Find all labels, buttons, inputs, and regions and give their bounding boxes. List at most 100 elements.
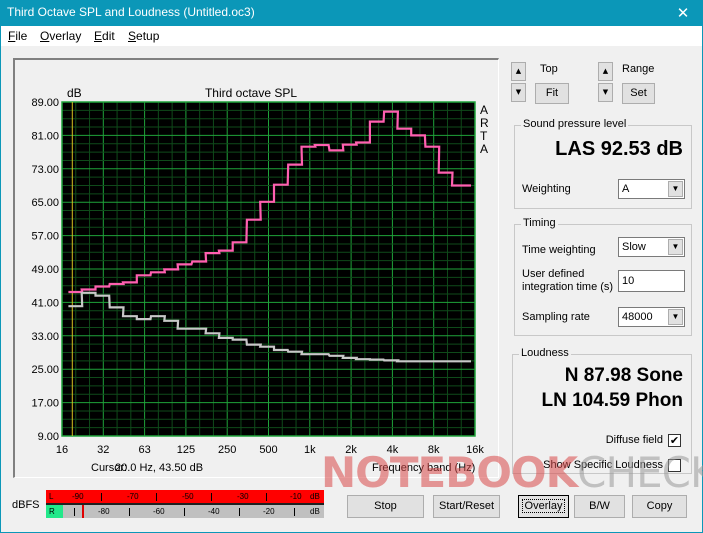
menu-bar: File Overlay Edit Setup xyxy=(1,26,702,46)
left-channel-bar: L -90 -70 -50 -30 -10 dB xyxy=(46,490,324,503)
meter-tick-label: -40 xyxy=(208,507,220,516)
meter-tick-label: -60 xyxy=(153,507,165,516)
arta-label: ARTA xyxy=(480,103,489,156)
meter-tick xyxy=(211,493,212,501)
x-tick-label: 1k xyxy=(304,444,316,456)
meter-tick-label: -50 xyxy=(182,492,194,501)
x-tick-label: 125 xyxy=(177,444,195,456)
weighting-label: Weighting xyxy=(522,183,571,195)
meter-tick-label: dB xyxy=(310,492,320,501)
overlay-button[interactable]: Overlay xyxy=(518,495,569,518)
x-tick-label: 32 xyxy=(97,444,109,456)
right-channel-peak xyxy=(82,505,85,518)
meter-tick-label: dB xyxy=(310,507,320,516)
x-tick-label: 500 xyxy=(259,444,277,456)
menu-overlay-rest: verlay xyxy=(49,29,82,43)
spl-group: Sound pressure level LAS 92.53 dB Weight… xyxy=(514,118,692,209)
title-bar: Third Octave SPL and Loudness (Untitled.… xyxy=(1,0,702,26)
chevron-down-icon: ▼ xyxy=(668,309,683,325)
copy-button[interactable]: Copy xyxy=(632,495,687,518)
time-weighting-select[interactable]: Slow ▼ xyxy=(618,237,685,257)
range-down-button[interactable]: ▼ xyxy=(598,83,613,102)
chart-grid xyxy=(61,101,476,437)
meter-tick-label: -90 xyxy=(72,492,84,501)
sampling-rate-select[interactable]: 48000 ▼ xyxy=(618,307,685,327)
close-icon[interactable]: ✕ xyxy=(668,0,698,26)
x-tick-label: 4k xyxy=(387,444,399,456)
y-tick-label: 17.00 xyxy=(31,398,59,410)
start-reset-button[interactable]: Start/Reset xyxy=(433,495,500,518)
x-tick-label: 2k xyxy=(345,444,357,456)
right-channel-bar: R -80 -60 -40 -20 dB xyxy=(46,505,324,518)
meter-tick-label: -30 xyxy=(237,492,249,501)
range-up-button[interactable]: ▲ xyxy=(598,62,613,81)
x-axis-label: Frequency band (Hz) xyxy=(372,462,475,474)
phon-value: LN 104.59 Phon xyxy=(541,390,684,411)
menu-overlay-accel: O xyxy=(40,29,50,43)
chart-panel: 89.00 81.00 73.00 65.00 57.00 49.00 41.00 33.00… xyxy=(13,58,499,478)
bw-button[interactable]: B/W xyxy=(574,495,625,518)
meter-tick xyxy=(101,493,102,501)
menu-overlay[interactable]: Overlay xyxy=(40,29,81,43)
left-channel-label: L xyxy=(49,492,54,501)
show-specific-loudness-label: Show Specific Loudness xyxy=(543,459,663,471)
top-up-button[interactable]: ▲ xyxy=(511,62,526,81)
sampling-rate-value: 48000 xyxy=(622,311,653,323)
window-title: Third Octave SPL and Loudness (Untitled.… xyxy=(7,5,255,19)
menu-setup[interactable]: Setup xyxy=(128,29,159,43)
x-tick-labels: 16 32 63 125 250 500 1k 2k 4k 8k 16k xyxy=(56,444,484,456)
integration-label-line1: User defined xyxy=(522,268,585,280)
fit-button[interactable]: Fit xyxy=(535,83,569,104)
arta-letter: T xyxy=(480,129,488,143)
right-channel-label: R xyxy=(49,507,55,516)
arta-letter: A xyxy=(480,142,488,156)
spl-chart[interactable]: 89.00 81.00 73.00 65.00 57.00 49.00 41.00 33.00… xyxy=(15,60,499,478)
meter-tick xyxy=(266,493,267,501)
arta-letter: A xyxy=(480,103,488,117)
range-label: Range xyxy=(622,63,655,75)
meter-tick xyxy=(294,508,295,516)
show-specific-loudness-checkbox[interactable] xyxy=(668,459,681,472)
menu-file[interactable]: File xyxy=(8,29,27,43)
y-axis-label: dB xyxy=(67,86,82,100)
y-tick-label: 41.00 xyxy=(31,297,59,309)
meter-tick-label: -20 xyxy=(263,507,275,516)
x-tick-label: 8k xyxy=(428,444,440,456)
top-down-button[interactable]: ▼ xyxy=(511,83,526,102)
integration-time-input[interactable]: 10 xyxy=(618,270,685,292)
integration-label-line2: integration time (s) xyxy=(522,281,614,293)
weighting-value: A xyxy=(622,183,630,195)
menu-edit-rest: dit xyxy=(102,29,115,43)
x-tick-label: 63 xyxy=(138,444,150,456)
meter-tick-label: -80 xyxy=(98,507,110,516)
weighting-select[interactable]: A ▼ xyxy=(618,179,685,199)
meter-tick xyxy=(184,508,185,516)
sampling-rate-label: Sampling rate xyxy=(522,311,590,323)
meter-tick-label: -10 xyxy=(290,492,302,501)
menu-file-rest: ile xyxy=(15,29,28,43)
timing-group: Timing Time weighting Slow ▼ User define… xyxy=(514,217,692,336)
x-tick-label: 16k xyxy=(466,444,484,456)
app-window: Third Octave SPL and Loudness (Untitled.… xyxy=(1,0,703,532)
chart-title: Third octave SPL xyxy=(205,86,297,100)
time-weighting-value: Slow xyxy=(622,241,646,253)
chevron-down-icon: ▼ xyxy=(668,181,683,197)
meter-tick xyxy=(129,508,130,516)
menu-setup-rest: etup xyxy=(136,29,160,43)
overlay-button-label: Overlay xyxy=(521,499,566,513)
set-button[interactable]: Set xyxy=(622,83,655,104)
menu-edit[interactable]: Edit xyxy=(94,29,115,43)
chevron-down-icon: ▼ xyxy=(668,239,683,255)
stop-button[interactable]: Stop xyxy=(347,495,424,518)
diffuse-field-label: Diffuse field xyxy=(605,434,663,446)
level-meter: L -90 -70 -50 -30 -10 dB R -80 -60 -40 -… xyxy=(46,490,324,518)
timing-group-label: Timing xyxy=(521,217,558,229)
meter-tick xyxy=(239,508,240,516)
cursor-value: 20.0 Hz, 43.50 dB xyxy=(115,462,203,474)
menu-edit-accel: E xyxy=(94,29,103,43)
y-tick-label: 9.00 xyxy=(38,431,59,443)
diffuse-field-checkbox[interactable]: ✔ xyxy=(668,434,681,447)
y-tick-label: 33.00 xyxy=(31,331,59,343)
x-tick-label: 250 xyxy=(218,444,236,456)
loudness-group: Loudness N 87.98 Sone LN 104.59 Phon Dif… xyxy=(512,347,692,474)
